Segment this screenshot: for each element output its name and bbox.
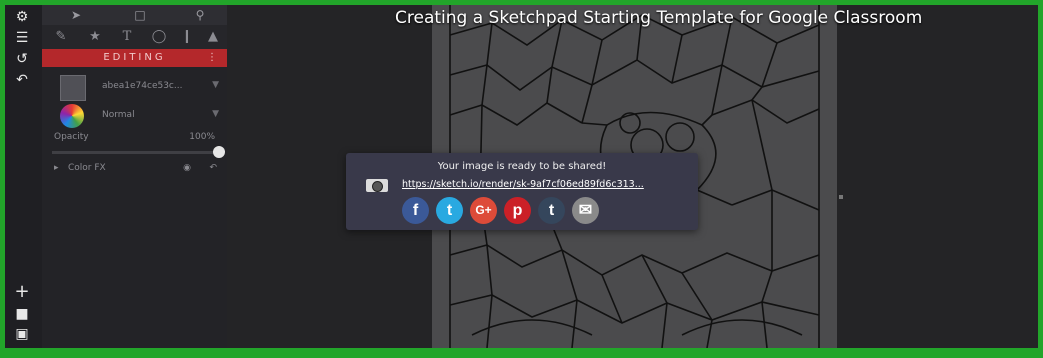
pencil-icon[interactable]: ❙: [176, 29, 198, 45]
opacity-slider-handle[interactable]: [213, 146, 225, 158]
pointer-icon[interactable]: ➤: [66, 7, 86, 23]
folder-icon[interactable]: ■: [11, 305, 33, 323]
tumblr-icon[interactable]: t: [538, 197, 565, 224]
pinterest-icon[interactable]: p: [504, 197, 531, 224]
globe-icon[interactable]: ◯: [148, 29, 170, 45]
layer-row[interactable]: abea1e74ce53c... ▼: [42, 71, 227, 103]
layers-icon[interactable]: ☰: [11, 29, 33, 47]
color-fx-row[interactable]: ▸ Color FX ◉ ↶: [42, 163, 227, 177]
opacity-slider[interactable]: [52, 151, 217, 154]
pen-icon[interactable]: ✎: [50, 29, 72, 45]
star-icon[interactable]: ★: [84, 29, 106, 45]
undo-icon[interactable]: ↶: [11, 71, 33, 89]
opacity-value: 100%: [189, 132, 215, 142]
left-toolbar: ⚙ ☰ ↺ ↶ + ■ ▣: [5, 5, 42, 348]
visibility-icon[interactable]: ◉: [183, 163, 191, 173]
video-title: Creating a Sketchpad Starting Template f…: [395, 8, 923, 28]
opacity-row: Opacity 100%: [42, 132, 227, 146]
google-plus-icon[interactable]: G+: [470, 197, 497, 224]
color-wheel-icon: [60, 104, 84, 128]
opacity-label: Opacity: [54, 132, 89, 142]
zoom-icon[interactable]: ⚲: [190, 7, 210, 23]
twitter-icon[interactable]: t: [436, 197, 463, 224]
layer-name: abea1e74ce53c...: [102, 81, 183, 91]
color-fx-label: Color FX: [68, 163, 106, 173]
color-fx-arrow-icon: ▸: [54, 163, 59, 173]
facebook-icon[interactable]: f: [402, 197, 429, 224]
blend-row[interactable]: Normal ▼: [42, 102, 227, 134]
email-icon[interactable]: ✉: [572, 197, 599, 224]
reset-icon[interactable]: ↶: [209, 163, 217, 173]
share-message: Your image is ready to be shared!: [437, 161, 607, 172]
fill-icon[interactable]: ▲: [202, 29, 224, 45]
crop-icon[interactable]: □: [130, 7, 150, 23]
tool-row: ✎ ★ T ◯ ❙ ▲: [42, 25, 227, 49]
tools-icon[interactable]: ⚙: [11, 8, 33, 26]
editing-bar[interactable]: EDITING: [42, 49, 227, 67]
scroll-marker: [839, 195, 843, 199]
blend-mode: Normal: [102, 110, 135, 120]
layer-panel: ➤ □ ⚲ ✎ ★ T ◯ ❙ ▲ EDITING ⋮ abea1e74ce53…: [42, 5, 227, 348]
video-frame: ⚙ ☰ ↺ ↶ + ■ ▣ ➤ □ ⚲ ✎ ★ T ◯ ❙ ▲ EDITING …: [5, 5, 1038, 348]
blend-dropdown-icon[interactable]: ▼: [212, 109, 219, 119]
text-icon[interactable]: T: [116, 29, 138, 45]
history-icon[interactable]: ↺: [11, 50, 33, 68]
save-icon[interactable]: ▣: [11, 325, 33, 343]
top-tools: ➤ □ ⚲: [42, 5, 227, 25]
layer-thumbnail: [60, 75, 86, 101]
share-url-link[interactable]: https://sketch.io/render/sk-9af7cf06ed89…: [402, 179, 644, 190]
editing-menu-icon[interactable]: ⋮: [207, 49, 217, 67]
add-icon[interactable]: +: [11, 283, 33, 301]
link-icon[interactable]: [366, 179, 388, 192]
layer-dropdown-icon[interactable]: ▼: [212, 80, 219, 90]
share-dialog: Your image is ready to be shared! https:…: [346, 153, 698, 230]
